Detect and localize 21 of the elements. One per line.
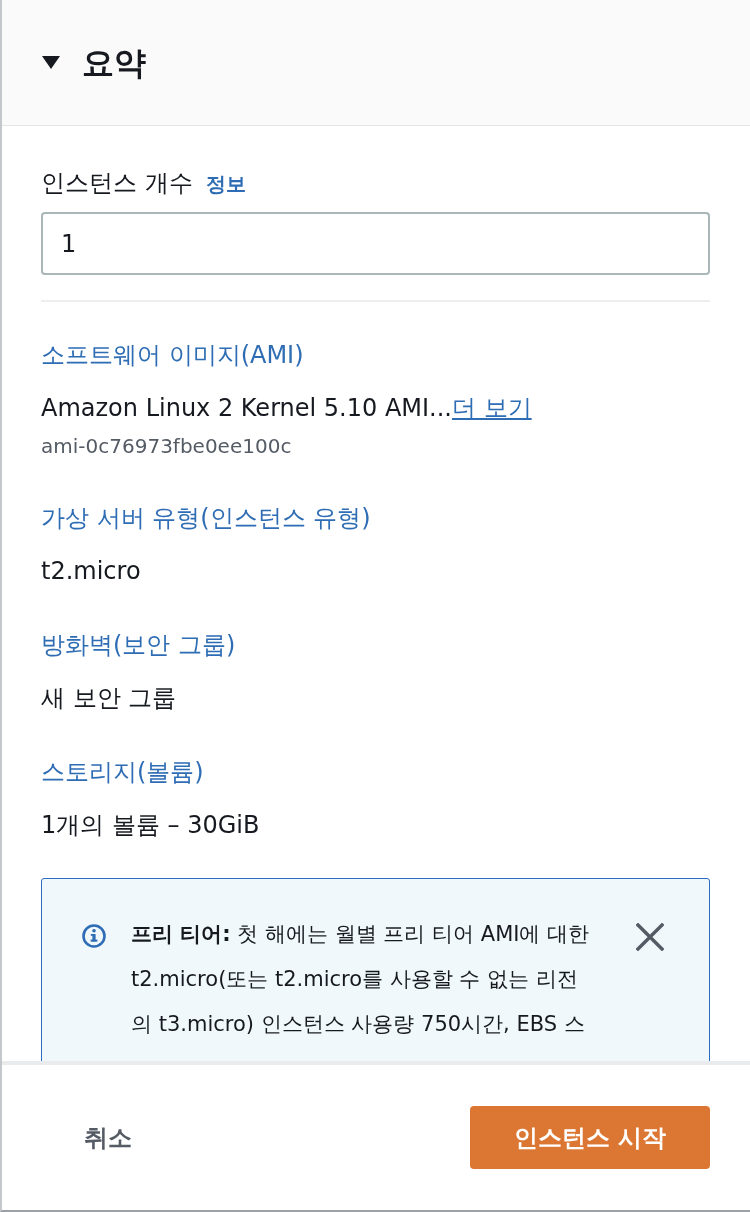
launch-button[interactable]: 인스턴스 시작: [470, 1106, 710, 1169]
alert-message: 프리 티어: 첫 해에는 월별 프리 티어 AMI에 대한 t2.micro(또는 t2.micro를 사용할 수 없는 리전의 t3.micro) 인스턴스 사용량 750시간, EBS 스: [131, 921, 591, 1038]
close-button[interactable]: [636, 923, 664, 951]
summary-value: 1개의 볼륨 – 30GiB: [41, 811, 260, 839]
field-label: 인스턴스 개수: [41, 169, 193, 197]
ami-id: ami-0c76973fbe0ee100c: [41, 434, 293, 458]
summary-heading-link[interactable]: 소프트웨어 이미지(AMI): [41, 341, 304, 369]
see-more-link[interactable]: 더 보기: [452, 394, 532, 422]
summary-value: 새 보안 그룹: [41, 684, 177, 712]
info-icon: [82, 924, 106, 948]
summary-value: Amazon Linux 2 Kernel 5.10 AMI...: [41, 394, 452, 422]
info-link[interactable]: 정보: [205, 170, 246, 198]
section-header[interactable]: 요약: [2, 0, 750, 126]
summary-heading-link[interactable]: 방화벽(보안 그룹): [41, 631, 236, 659]
cancel-button[interactable]: 취소: [64, 1111, 152, 1164]
summary-value: t2.micro: [41, 557, 141, 585]
summary-heading-link[interactable]: 스토리지(볼륨): [41, 758, 204, 786]
summary-heading-link[interactable]: 가상 서버 유형(인스턴스 유형): [41, 504, 371, 532]
instance-count-field[interactable]: 1: [41, 212, 710, 275]
section-title: 요약: [82, 43, 146, 82]
close-icon: [636, 923, 664, 951]
